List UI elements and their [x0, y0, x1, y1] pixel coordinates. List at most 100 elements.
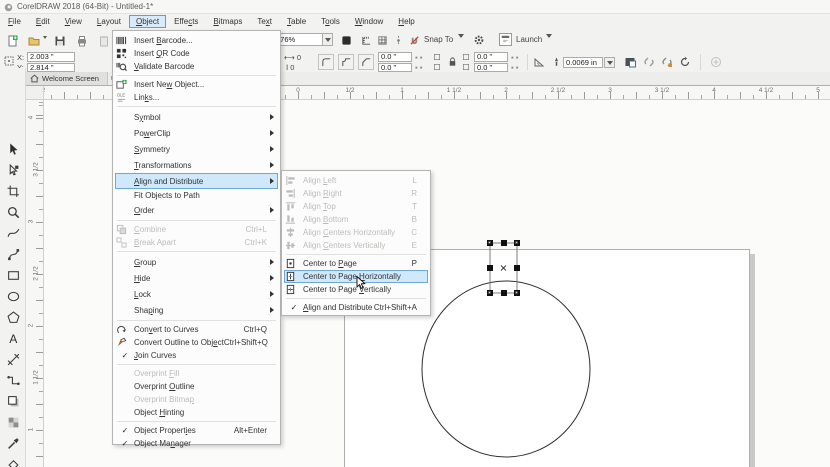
- selection-handle[interactable]: [501, 240, 507, 246]
- fullscreen-icon[interactable]: [339, 33, 353, 47]
- corner-radius-tr-field[interactable]: 0.0 ": [474, 52, 508, 62]
- ruler-origin[interactable]: [26, 86, 44, 100]
- lock-ratio-icon[interactable]: [445, 54, 459, 70]
- menubar-item-effects[interactable]: Effects: [167, 15, 205, 28]
- circle-object[interactable]: [422, 281, 590, 457]
- menu-item-object-properties[interactable]: ✓Object PropertiesAlt+Enter: [115, 424, 278, 437]
- smart-fill-tool[interactable]: [3, 455, 23, 467]
- menu-item-join-curves[interactable]: ✓Join Curves: [115, 349, 278, 362]
- ellipse-tool[interactable]: [3, 287, 23, 305]
- corner-radius-tl-field[interactable]: 0.0 ": [378, 52, 412, 62]
- menu-item-insert-new-object[interactable]: Insert New Object...: [115, 78, 278, 91]
- snap-to-label[interactable]: Snap To: [424, 35, 453, 44]
- zoom-tool[interactable]: [3, 203, 23, 221]
- outline-width-caret[interactable]: [604, 57, 615, 68]
- menu-item-shaping[interactable]: Shaping: [115, 302, 278, 318]
- corner-stepper-tl[interactable]: ▪ ▪: [415, 53, 422, 62]
- corner-node[interactable]: [515, 291, 518, 294]
- corner-node[interactable]: [488, 291, 491, 294]
- menu-item-insert-barcode[interactable]: Insert Barcode...: [115, 34, 278, 47]
- vertical-ruler[interactable]: 43 1/232 1/221 1/21: [26, 100, 44, 467]
- menu-item-lock[interactable]: Lock: [115, 286, 278, 302]
- bezier-tool[interactable]: [3, 245, 23, 263]
- object-width-field[interactable]: ⟷ 0: [284, 53, 301, 62]
- snap-off-icon[interactable]: [407, 33, 421, 47]
- corner-stepper-br[interactable]: ▪ ▪: [511, 63, 518, 72]
- menubar-item-object[interactable]: Object: [129, 15, 166, 28]
- corner-stepper-bl[interactable]: ▪ ▪: [415, 63, 422, 72]
- object-height-field[interactable]: Ⅰ 0: [286, 63, 294, 72]
- chamfer-angle-icon[interactable]: [531, 54, 547, 70]
- eyedropper-tool[interactable]: [3, 434, 23, 452]
- show-guidelines-icon[interactable]: [391, 33, 405, 47]
- menu-item-convert-outline-to-object[interactable]: Convert Outline to ObjectCtrl+Shift+Q: [115, 336, 278, 349]
- corner-node[interactable]: [488, 241, 491, 244]
- menu-item-hide[interactable]: Hide: [115, 270, 278, 286]
- menu-item-links[interactable]: OLELinks...: [115, 91, 278, 104]
- rectangle-tool[interactable]: [3, 266, 23, 284]
- menu-item-order[interactable]: Order: [115, 202, 278, 218]
- open-folder-icon[interactable]: [26, 33, 41, 48]
- drop-shadow-tool[interactable]: [3, 392, 23, 410]
- show-grid-icon[interactable]: [375, 33, 389, 47]
- pick-tool[interactable]: [3, 140, 23, 158]
- transparency-tool[interactable]: [3, 413, 23, 431]
- corner-stepper-tr[interactable]: ▪ ▪: [511, 53, 518, 62]
- chamfered-corner-icon[interactable]: [358, 54, 374, 70]
- menu-item-align-and-distribute[interactable]: ✓Align and DistributeCtrl+Shift+A: [284, 301, 428, 314]
- rotate-icon[interactable]: [677, 54, 693, 70]
- menu-item-convert-to-curves[interactable]: Convert to CurvesCtrl+Q: [115, 323, 278, 336]
- add-plus-icon[interactable]: [708, 54, 724, 70]
- menubar-item-file[interactable]: File: [1, 15, 28, 28]
- menu-item-transformations[interactable]: Transformations: [115, 157, 278, 173]
- menubar-item-layout[interactable]: Layout: [90, 15, 128, 28]
- menu-item-symmetry[interactable]: Symmetry: [115, 141, 278, 157]
- menu-item-powerclip[interactable]: PowerClip: [115, 125, 278, 141]
- menubar-item-bitmaps[interactable]: Bitmaps: [206, 15, 249, 28]
- link-curves-icon[interactable]: [641, 54, 657, 70]
- x-position-field[interactable]: 2.003 ": [27, 52, 75, 62]
- menubar-item-table[interactable]: Table: [280, 15, 313, 28]
- polygon-tool[interactable]: [3, 308, 23, 326]
- options-gear-icon[interactable]: [472, 33, 486, 47]
- new-document-icon[interactable]: [4, 33, 19, 48]
- selection-handle[interactable]: [487, 265, 493, 271]
- selection-handle[interactable]: [501, 290, 507, 296]
- y-position-field[interactable]: 2.814 ": [27, 63, 75, 73]
- show-rulers-icon[interactable]: [359, 33, 373, 47]
- menubar-item-help[interactable]: Help: [391, 15, 421, 28]
- dimension-tool[interactable]: [3, 350, 23, 368]
- round-corner-icon[interactable]: [318, 54, 334, 70]
- wrap-text-icon[interactable]: [622, 54, 638, 70]
- corner-radius-bl-field[interactable]: 0.0 ": [378, 63, 412, 73]
- menu-item-align-and-distribute[interactable]: Align and Distribute: [115, 173, 278, 189]
- menubar-item-edit[interactable]: Edit: [29, 15, 57, 28]
- connector-tool[interactable]: [3, 371, 23, 389]
- corner-node[interactable]: [515, 241, 518, 244]
- print-icon[interactable]: [74, 33, 89, 48]
- menubar-item-window[interactable]: Window: [348, 15, 390, 28]
- menubar-item-text[interactable]: Text: [250, 15, 279, 28]
- unlink-curves-icon[interactable]: [659, 54, 675, 70]
- tab-welcome-screen[interactable]: Welcome Screen: [26, 72, 108, 85]
- corner-radius-br-field[interactable]: 0.0 ": [474, 63, 508, 73]
- menu-item-group[interactable]: Group: [115, 254, 278, 270]
- menu-item-fit-objects-to-path[interactable]: Fit Objects to Path: [115, 189, 278, 202]
- scalloped-corner-icon[interactable]: [338, 54, 354, 70]
- menu-item-symbol[interactable]: Symbol: [115, 109, 278, 125]
- text-tool[interactable]: A: [3, 329, 23, 347]
- launch-label[interactable]: Launch: [516, 35, 542, 44]
- crop-tool[interactable]: [3, 182, 23, 200]
- menu-item-overprint-outline[interactable]: Overprint Outline: [115, 380, 278, 393]
- selection-handle[interactable]: [514, 265, 520, 271]
- menu-item-object-hinting[interactable]: Object Hinting: [115, 406, 278, 419]
- menu-item-insert-qr-code[interactable]: Insert QR Code: [115, 47, 278, 60]
- menubar-item-tools[interactable]: Tools: [314, 15, 347, 28]
- outline-width-combo[interactable]: 0.0069 in: [563, 57, 603, 68]
- menu-item-validate-barcode[interactable]: Validate Barcode: [115, 60, 278, 73]
- save-icon[interactable]: [52, 33, 67, 48]
- shape-tool[interactable]: [3, 161, 23, 179]
- menu-item-object-manager[interactable]: ✓Object Manager: [115, 437, 278, 450]
- launch-app-icon[interactable]: [499, 33, 512, 46]
- zoom-combo-caret[interactable]: [322, 33, 333, 46]
